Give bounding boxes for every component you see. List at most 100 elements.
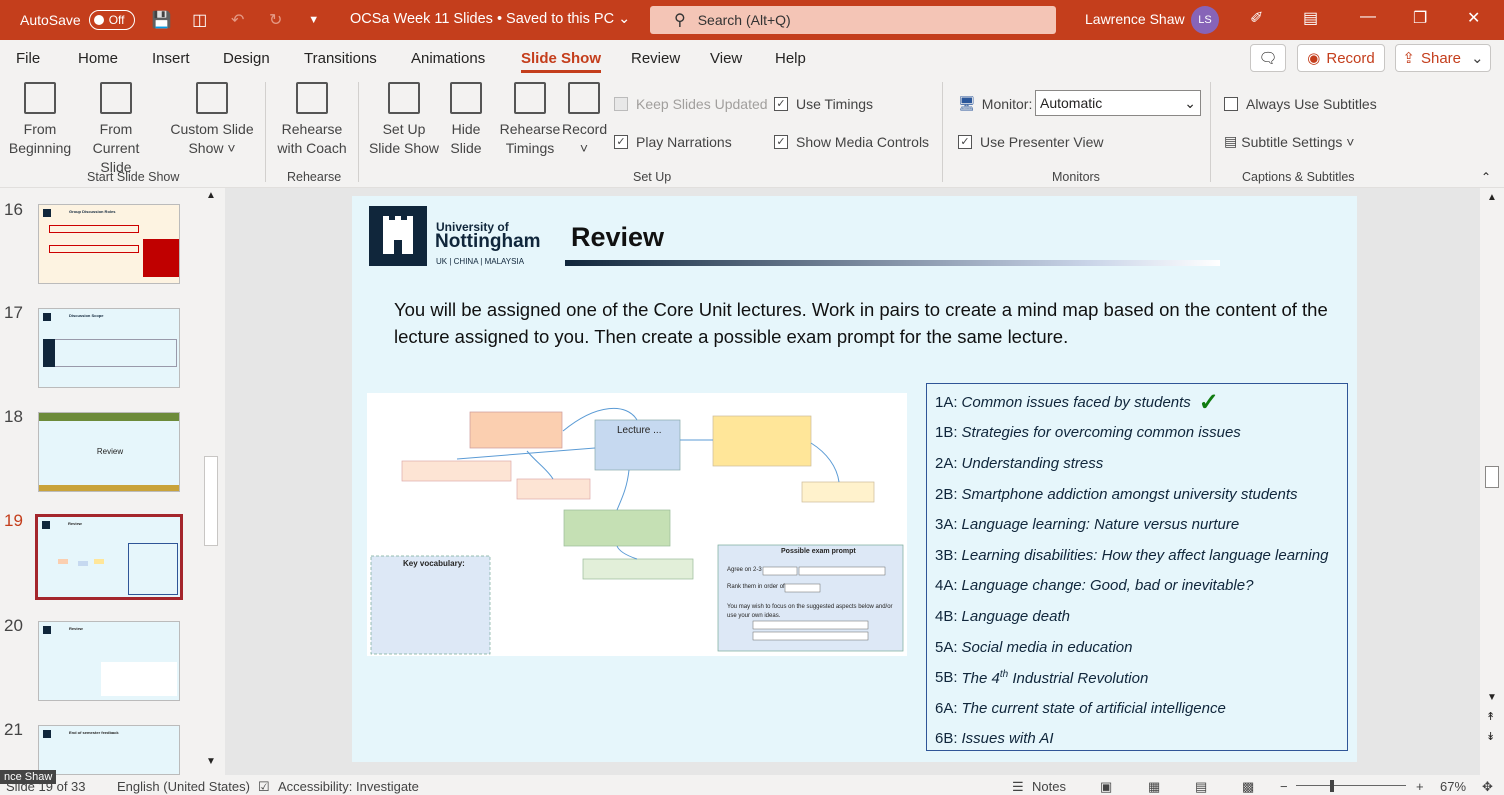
tab-transitions[interactable]: Transitions <box>304 50 377 67</box>
checkbox-box <box>614 97 628 111</box>
instructions-text[interactable]: You will be assigned one of the Core Uni… <box>394 296 1344 350</box>
slide-thumbnail[interactable]: Review <box>38 412 180 492</box>
play-from-start-icon <box>24 82 56 114</box>
monitor-select[interactable]: Automatic ⌄ <box>1035 90 1201 116</box>
document-title[interactable]: OCSa Week 11 Slides • Saved to this PC ⌄ <box>350 11 630 27</box>
mind-map-image[interactable]: Lecture ... Key vocabulary: Possible exa… <box>367 393 907 656</box>
record-button[interactable]: ◉ Record <box>1297 44 1385 72</box>
redo-icon[interactable]: ↻ <box>265 9 287 31</box>
share-button[interactable]: ⇪ Share ⌄ <box>1395 44 1491 72</box>
pen-icon[interactable]: ✐ <box>1250 8 1263 28</box>
normal-view-icon[interactable]: ▣ <box>1100 779 1112 795</box>
thumb-shape <box>143 239 179 277</box>
accessibility-status[interactable]: Accessibility: Investigate <box>278 779 419 794</box>
play-narrations-checkbox[interactable]: ✓ Play Narrations <box>614 134 732 150</box>
scroll-up-icon[interactable]: ▲ <box>1487 192 1497 203</box>
tab-review[interactable]: Review <box>631 50 680 67</box>
previous-slide-icon[interactable]: ↟ <box>1486 710 1495 723</box>
undo-icon[interactable]: ↶ <box>227 9 249 31</box>
toggle-knob <box>93 15 104 25</box>
thumb-number: 20 <box>4 616 23 635</box>
slide-title[interactable]: Review <box>571 222 664 253</box>
language-indicator[interactable]: English (United States) <box>117 779 250 794</box>
autosave-toggle[interactable]: Off <box>88 10 135 30</box>
customize-qat-icon[interactable]: ▼ <box>303 9 325 31</box>
zoom-out-icon[interactable]: − <box>1280 779 1288 794</box>
scroll-thumb[interactable] <box>204 456 218 546</box>
cb-label: Always Use Subtitles <box>1246 96 1377 112</box>
cb-label: Monitor: <box>981 95 1033 112</box>
tab-help[interactable]: Help <box>775 50 806 67</box>
use-timings-checkbox[interactable]: ✓ Use Timings <box>774 96 873 112</box>
tab-file[interactable]: File <box>16 50 40 67</box>
search-icon: ⚲ <box>674 12 686 29</box>
close-icon[interactable]: ✕ <box>1467 8 1480 28</box>
list-item: 2A: Understanding stress <box>935 448 1347 479</box>
rehearse-timings-button[interactable]: Rehearse Timings <box>498 82 562 158</box>
lecture-code: 4A: <box>935 577 958 595</box>
slide-thumbnail-current[interactable]: Review <box>35 514 183 600</box>
cb-label: Subtitle Settings ˅ <box>1241 133 1355 150</box>
from-current-button[interactable]: From Current Slide <box>76 82 156 177</box>
logo-tagline: UK | CHINA | MALAYSIA <box>436 257 525 266</box>
zoom-level[interactable]: 67% <box>1440 779 1466 794</box>
scroll-up-icon[interactable]: ▲ <box>206 190 216 201</box>
show-media-controls-checkbox[interactable]: ✓ Show Media Controls <box>774 134 929 150</box>
notes-button[interactable]: Notes <box>1032 779 1066 794</box>
lecture-list[interactable]: 1A: Common issues faced by students ✓ 1B: S… <box>926 383 1348 751</box>
tab-design[interactable]: Design <box>223 50 270 67</box>
slide-sorter-icon[interactable]: ▦ <box>1148 779 1160 795</box>
next-slide-icon[interactable]: ↡ <box>1486 730 1495 743</box>
lecture-code: 6B: <box>935 730 958 748</box>
record-dropdown-button[interactable]: Record ˅ <box>562 82 607 158</box>
thumbnail-scrollbar[interactable]: ▲ ▼ <box>202 190 220 770</box>
use-presenter-view-checkbox[interactable]: ✓ Use Presenter View <box>958 134 1103 150</box>
center-node-label: Lecture ... <box>617 425 662 436</box>
exam-line-1: Agree on 2-3 <box>727 567 762 573</box>
editor-scrollbar[interactable]: ▲ ▼ ↟ ↡ <box>1480 188 1504 775</box>
scroll-thumb[interactable] <box>1485 466 1499 488</box>
tab-insert[interactable]: Insert <box>152 50 190 67</box>
user-name[interactable]: Lawrence Shaw <box>1085 11 1185 27</box>
search-box[interactable]: ⚲ Search (Alt+Q) <box>650 6 1056 34</box>
ribbon-display-icon[interactable]: ▤ <box>1303 8 1318 28</box>
reading-view-icon[interactable]: ▤ <box>1195 779 1207 795</box>
scroll-down-icon[interactable]: ▼ <box>206 756 216 767</box>
avatar[interactable]: LS <box>1191 6 1219 34</box>
hide-slide-button[interactable]: Hide Slide <box>444 82 488 158</box>
subtitle-settings-button[interactable]: ▤ Subtitle Settings ˅ <box>1224 133 1354 150</box>
rehearse-coach-button[interactable]: Rehearse with Coach <box>272 82 352 158</box>
accessibility-icon: ☑ <box>258 779 270 794</box>
setup-show-button[interactable]: Set Up Slide Show <box>366 82 442 158</box>
slide-thumbnail[interactable]: Review <box>38 621 180 701</box>
tab-animations[interactable]: Animations <box>411 50 485 67</box>
scroll-down-icon[interactable]: ▼ <box>1487 692 1497 703</box>
zoom-slider-thumb[interactable] <box>1330 780 1334 792</box>
tab-slide-show[interactable]: Slide Show <box>521 50 602 73</box>
record-dot-icon: ◉ <box>1307 50 1321 67</box>
zoom-in-icon[interactable]: + <box>1416 779 1424 794</box>
comments-button[interactable]: 🗨 <box>1250 44 1286 72</box>
from-beginning-button[interactable]: From Beginning <box>6 82 74 158</box>
zoom-slider[interactable] <box>1296 785 1406 786</box>
minimize-icon[interactable]: — <box>1360 8 1376 26</box>
fit-to-window-icon[interactable]: ✥ <box>1482 779 1493 795</box>
slideshow-view-icon[interactable]: ▩ <box>1242 779 1254 795</box>
tab-home[interactable]: Home <box>78 50 118 67</box>
always-subtitles-checkbox[interactable]: Always Use Subtitles <box>1224 96 1377 112</box>
present-icon[interactable]: ◫ <box>189 9 211 31</box>
restore-icon[interactable]: ❐ <box>1413 8 1427 28</box>
tab-view[interactable]: View <box>710 50 742 67</box>
group-divider <box>358 82 359 182</box>
thumb-number: 21 <box>4 720 23 739</box>
slide-thumbnail[interactable]: Discussion Scope <box>38 308 180 388</box>
thumb-shape <box>58 559 68 564</box>
save-icon[interactable]: 💾 <box>151 9 173 31</box>
slide-19[interactable]: University of Nottingham UK | CHINA | MA… <box>352 196 1357 762</box>
slide-thumbnail[interactable]: Group Discussion Roles <box>38 204 180 284</box>
collapse-ribbon-icon[interactable]: ⌃ <box>1481 170 1491 184</box>
thumb-title: Discussion Scope <box>69 313 104 318</box>
monitor-icon: 🖥 <box>958 95 976 111</box>
custom-show-button[interactable]: Custom Slide Show ˅ <box>166 82 258 158</box>
slide-thumbnail[interactable]: End of semester feedback <box>38 725 180 775</box>
